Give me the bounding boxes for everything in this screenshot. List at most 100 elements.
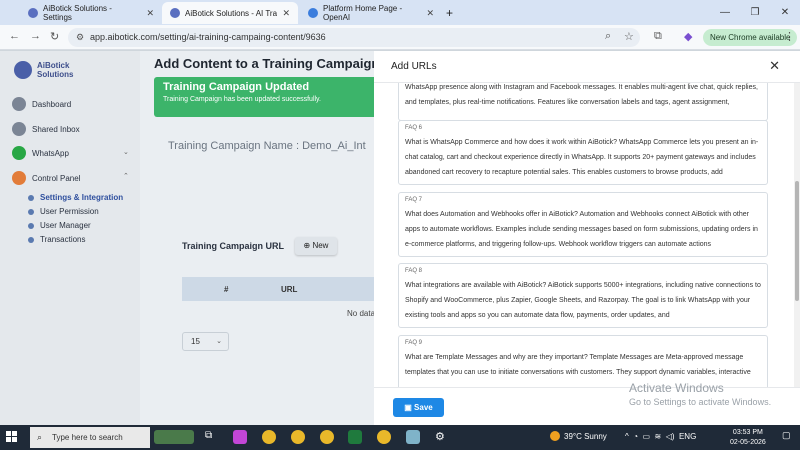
chrome-icon[interactable]	[262, 430, 276, 444]
page-title: Add Content to a Training Campaign	[154, 56, 380, 71]
chrome-icon[interactable]	[291, 430, 305, 444]
close-tab-icon[interactable]: ✕	[146, 8, 154, 19]
faq-entry[interactable]: FAQ 7 What does Automation and Webhooks …	[398, 192, 768, 257]
url-text: app.aibotick.com/setting/ai-training-cam…	[90, 32, 326, 42]
page-size-select[interactable]: 15 ⌄	[182, 332, 229, 351]
system-tray: ^ ◔ ▭ ≋ ◁) ENG	[625, 432, 696, 441]
faq-label: FAQ 9	[405, 340, 423, 346]
sidebar-item-dashboard[interactable]: Dashboard	[12, 97, 71, 111]
sidebar-item-shared-inbox[interactable]: Shared Inbox	[12, 122, 80, 136]
tab-title: AiBotick Solutions - Settings	[43, 4, 112, 22]
chrome-icon[interactable]	[320, 430, 334, 444]
logo-line2: Solutions	[37, 70, 74, 79]
alert-body: Training Campaign has been updated succe…	[163, 96, 321, 103]
window-controls: — ❐ ✕	[710, 0, 800, 25]
network-icon[interactable]: ◔	[633, 432, 638, 441]
clock-date: 02-05-2026	[730, 439, 766, 446]
save-button[interactable]: ▣ Save	[393, 398, 444, 417]
site-info-icon[interactable]: ⚙	[76, 28, 84, 47]
back-icon[interactable]: ←	[9, 30, 20, 42]
faq-label: FAQ 7	[405, 197, 423, 203]
close-tab-icon[interactable]: ✕	[282, 8, 290, 19]
faq-text: What does Automation and Webhooks offer …	[405, 211, 758, 248]
transactions-icon	[28, 236, 34, 243]
inbox-icon	[12, 122, 26, 136]
faq-label: FAQ 8	[405, 268, 423, 274]
new-button-label: New	[312, 241, 329, 250]
aibotick-favicon-icon	[28, 8, 38, 18]
language-indicator[interactable]: ENG	[679, 432, 696, 441]
faq-label: FAQ 6	[405, 125, 423, 131]
tab-settings[interactable]: AiBotick Solutions - Settings ✕	[20, 2, 162, 24]
weather-widget[interactable]: 39°C Sunny	[550, 431, 607, 441]
chrome-icon[interactable]	[377, 430, 391, 444]
taskbar-search-input[interactable]: ⌕ Type here to search	[30, 427, 150, 448]
minimize-icon[interactable]: —	[710, 0, 740, 25]
wifi-icon[interactable]: ≋	[655, 432, 662, 441]
modal-scrollbar-thumb[interactable]	[795, 181, 799, 301]
activate-windows-watermark: Activate Windows Go to Settings to activ…	[629, 381, 771, 407]
sidebar-item-control-panel[interactable]: Control Panel	[12, 171, 80, 185]
reload-icon[interactable]: ↻	[50, 30, 59, 43]
search-placeholder: Type here to search	[52, 433, 123, 442]
search-icon: ⌕	[37, 432, 43, 442]
faq-text: What integrations are available with AiB…	[405, 282, 761, 319]
clock-time: 03:53 PM	[732, 429, 763, 436]
forward-icon[interactable]: →	[30, 30, 41, 42]
sidebar-subitem-label: Transactions	[40, 235, 86, 244]
app-logo[interactable]: AiBotick Solutions	[14, 61, 73, 79]
faq-entry[interactable]: FAQ 8 What integrations are available wi…	[398, 263, 768, 328]
sidebar-subitem-settings[interactable]: Settings & Integration	[28, 193, 123, 202]
settings-icon	[28, 194, 34, 201]
volume-icon[interactable]: ◁)	[666, 432, 675, 441]
chevron-up-icon[interactable]: ^	[625, 432, 629, 441]
windows-start-icon[interactable]	[6, 431, 18, 443]
url-table-header: # URL	[182, 277, 374, 301]
menu-kebab-icon[interactable]: ⋮	[784, 30, 795, 43]
faq-entry[interactable]: FAQ 9 What are Template Messages and why…	[398, 335, 768, 387]
faq-entry[interactable]: WhatsApp presence along with Instagram a…	[398, 83, 768, 121]
profile-extension-icon[interactable]: ◆	[684, 30, 692, 43]
new-url-button[interactable]: ⊕ New	[295, 237, 337, 255]
extensions-icon[interactable]: ⧉	[654, 30, 662, 43]
search-highlight-image[interactable]	[154, 430, 194, 444]
chevron-up-icon[interactable]: ⌃	[123, 172, 129, 180]
tab-openai[interactable]: Platform Home Page - OpenAI ✕	[300, 2, 442, 24]
column-header-url: URL	[281, 285, 298, 294]
new-tab-button[interactable]: +	[442, 2, 460, 24]
tab-ai-training[interactable]: AiBotick Solutions - AI Training ✕	[162, 2, 298, 24]
zoom-icon[interactable]: ⌕	[605, 30, 611, 43]
sidebar: AiBotick Solutions Dashboard Shared Inbox…	[0, 51, 140, 425]
sidebar-subitem-user-manager[interactable]: User Manager	[28, 221, 91, 230]
sidebar-subitem-user-permission[interactable]: User Permission	[28, 207, 99, 216]
task-view-icon[interactable]: ⧉	[205, 430, 219, 444]
address-bar[interactable]: ⚙ app.aibotick.com/setting/ai-training-c…	[68, 28, 640, 47]
modal-body: WhatsApp presence along with Instagram a…	[374, 83, 800, 387]
chevron-down-icon[interactable]: ⌄	[123, 148, 129, 156]
sidebar-item-whatsapp[interactable]: WhatsApp	[12, 146, 69, 160]
sidebar-item-label: Shared Inbox	[32, 124, 80, 134]
settings-gear-icon[interactable]: ⚙	[435, 430, 449, 444]
sidebar-subitem-transactions[interactable]: Transactions	[28, 235, 86, 244]
windows-taskbar: ⌕ Type here to search ⧉ ⚙ 39°C Sunny ^ ◔…	[0, 425, 800, 450]
add-urls-modal: Add URLs ✕ WhatsApp presence along with …	[374, 51, 800, 425]
battery-icon[interactable]: ▭	[643, 432, 651, 441]
sidebar-item-label: WhatsApp	[32, 148, 69, 158]
close-window-icon[interactable]: ✕	[770, 0, 800, 25]
taskbar-clock[interactable]: 03:53 PM 02-05-2026	[730, 428, 766, 448]
notification-icon[interactable]: ▢	[782, 430, 796, 444]
watermark-title: Activate Windows	[629, 381, 724, 395]
sidebar-subitem-label: User Permission	[40, 207, 99, 216]
copilot-icon[interactable]	[233, 430, 247, 444]
control-panel-icon	[12, 171, 26, 185]
close-icon[interactable]: ✕	[769, 58, 780, 74]
notepad-icon[interactable]	[406, 430, 420, 444]
user-permission-icon	[28, 208, 34, 215]
logo-line1: AiBotick	[37, 61, 70, 70]
faq-entry[interactable]: FAQ 6 What is WhatsApp Commerce and how …	[398, 120, 768, 185]
bookmark-star-icon[interactable]: ☆	[624, 30, 634, 43]
browser-toolbar: ← → ↻ ⚙ app.aibotick.com/setting/ai-trai…	[0, 25, 800, 50]
excel-icon[interactable]	[348, 430, 362, 444]
restore-icon[interactable]: ❐	[740, 0, 770, 25]
close-tab-icon[interactable]: ✕	[426, 8, 434, 19]
